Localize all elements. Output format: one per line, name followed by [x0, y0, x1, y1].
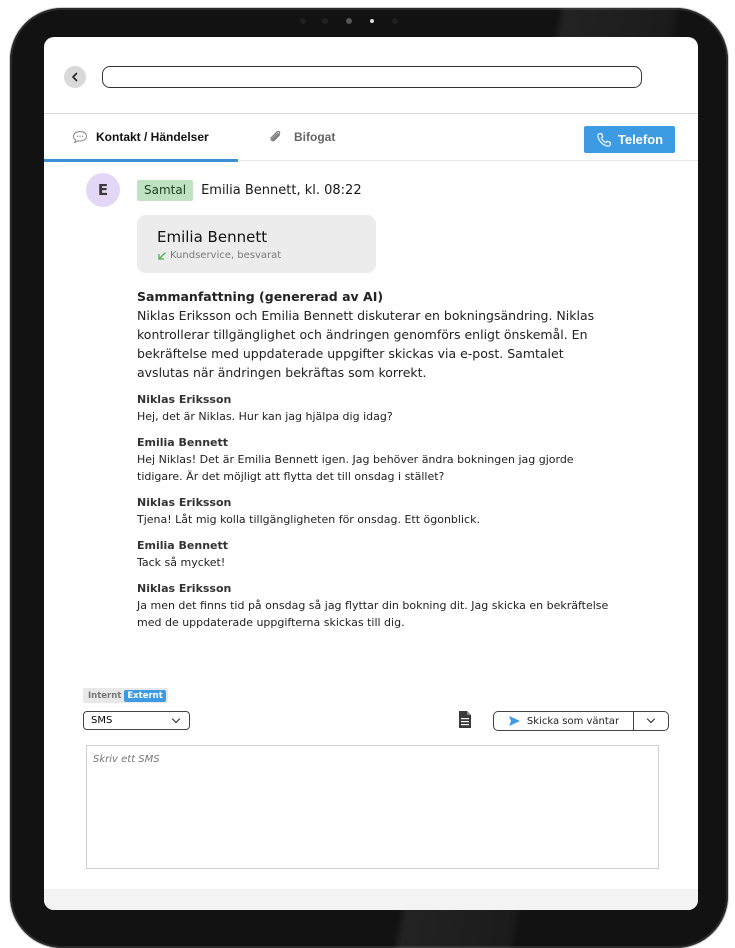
send-button-group: Skicka som väntar	[493, 711, 669, 731]
speech-bubble-icon	[72, 130, 88, 144]
call-status: Kundservice, besvarat	[157, 250, 281, 261]
tab-contact-events[interactable]: Kontakt / Händelser	[72, 114, 209, 160]
address-input[interactable]	[102, 66, 642, 88]
arrow-down-left-icon	[158, 251, 166, 260]
send-button-label: Skicka som väntar	[526, 715, 620, 727]
tab-bar: Kontakt / Händelser Bifogat Telefon	[44, 114, 698, 162]
event-content: Sammanfattning (genererad av AI) Niklas …	[137, 289, 617, 631]
phone-button[interactable]: Telefon	[584, 126, 675, 153]
send-button[interactable]: Skicka som väntar	[494, 712, 633, 730]
message-author: Niklas Eriksson	[137, 496, 232, 509]
transcript-message: Niklas Eriksson Hej, det är Niklas. Hur k…	[137, 393, 617, 425]
document-template-icon[interactable]	[458, 710, 472, 729]
message-author: Niklas Eriksson	[137, 582, 232, 595]
camera-lens	[346, 18, 352, 24]
chevron-left-icon	[72, 72, 78, 82]
top-bar	[44, 37, 698, 114]
phone-icon	[597, 132, 611, 147]
chevron-down-icon	[171, 718, 181, 724]
message-text: Hej Niklas! Det är Emilia Bennett igen. …	[137, 453, 574, 483]
camera-dot	[322, 18, 328, 24]
tab-attachments[interactable]: Bifogat	[268, 114, 335, 160]
toggle-external[interactable]: Externt	[124, 689, 166, 702]
event-type-badge: Samtal	[137, 179, 194, 201]
send-options-dropdown[interactable]	[633, 712, 668, 730]
event-header: Samtal Emilia Bennett, kl. 08:22	[137, 179, 362, 201]
summary-text: Niklas Eriksson och Emilia Bennett disku…	[137, 308, 595, 380]
active-tab-indicator	[44, 159, 238, 162]
paperclip-icon	[270, 130, 281, 142]
app-screen: Kontakt / Händelser Bifogat Telefon E Sa…	[44, 37, 698, 910]
tab-label: Kontakt / Händelser	[96, 130, 209, 144]
channel-value: SMS	[91, 715, 113, 726]
sms-message-input[interactable]	[86, 745, 659, 869]
message-text: Tack så mycket!	[137, 556, 226, 569]
camera-dot	[300, 18, 306, 24]
avatar: E	[86, 173, 120, 207]
transcript: Niklas Eriksson Hej, det är Niklas. Hur k…	[137, 393, 617, 631]
transcript-message: Niklas Eriksson Ja men det finns tid på o…	[137, 582, 617, 631]
bottom-area	[44, 889, 698, 910]
message-text: Tjena! Låt mig kolla tillgängligheten fö…	[137, 513, 480, 526]
summary-title: Sammanfattning (genererad av AI)	[137, 289, 384, 304]
message-author: Emilia Bennett	[137, 436, 229, 449]
tab-label: Bifogat	[294, 130, 336, 144]
toggle-internal[interactable]: Internt	[85, 690, 124, 702]
camera-indicator	[370, 19, 374, 23]
call-card[interactable]: Emilia Bennett Kundservice, besvarat	[137, 215, 376, 273]
back-button[interactable]	[64, 66, 86, 88]
message-text: Ja men det finns tid på onsdag så jag fl…	[137, 599, 609, 629]
event-title: Emilia Bennett, kl. 08:22	[201, 182, 362, 198]
phone-button-label: Telefon	[617, 132, 664, 147]
visibility-toggle[interactable]: Internt Externt	[83, 688, 168, 703]
message-author: Niklas Eriksson	[137, 393, 232, 406]
call-contact-name: Emilia Bennett	[157, 228, 268, 246]
channel-select[interactable]: SMS	[83, 711, 190, 730]
transcript-message: Emilia Bennett Hej Niklas! Det är Emilia …	[137, 436, 617, 485]
transcript-message: Niklas Eriksson Tjena! Låt mig kolla till…	[137, 496, 617, 528]
message-text: Hej, det är Niklas. Hur kan jag hjälpa d…	[137, 410, 393, 423]
call-status-text: Kundservice, besvarat	[170, 250, 282, 261]
camera-dot	[392, 18, 398, 24]
chevron-down-icon	[646, 718, 656, 724]
transcript-message: Emilia Bennett Tack så mycket!	[137, 539, 617, 571]
send-arrow-icon	[508, 716, 520, 726]
message-author: Emilia Bennett	[137, 539, 229, 552]
